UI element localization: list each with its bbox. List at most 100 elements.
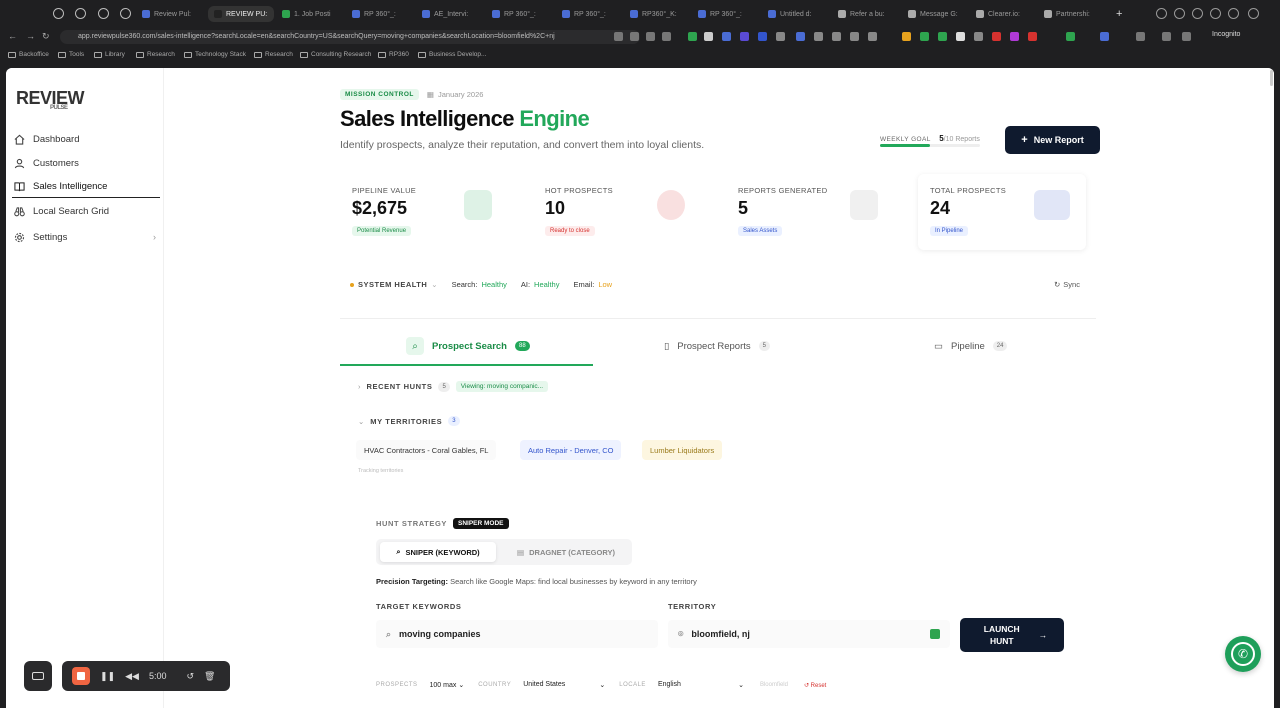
- eye-off-icon[interactable]: [630, 32, 639, 41]
- locale-select[interactable]: English ⌄: [658, 681, 744, 689]
- sidebar-item-dashboard[interactable]: Dashboard: [12, 128, 160, 150]
- trash-icon[interactable]: 🗑: [204, 671, 215, 682]
- dragnet-mode-button[interactable]: ▤ DRAGNET (CATEGORY): [504, 542, 628, 562]
- extension-icon[interactable]: [1228, 8, 1239, 19]
- browser-tab[interactable]: Message G:: [908, 6, 968, 22]
- tab-prospect-reports[interactable]: ▯ Prospect Reports 5: [664, 326, 770, 366]
- extension-icon[interactable]: [1192, 8, 1203, 19]
- extension-icon[interactable]: [850, 32, 859, 41]
- keywords-input[interactable]: ⌕ moving companies: [376, 620, 658, 648]
- extension-icon[interactable]: [920, 32, 929, 41]
- chrome-icon[interactable]: [98, 8, 109, 19]
- tab-pipeline[interactable]: ▭ Pipeline 24: [934, 326, 1008, 366]
- browser-tab[interactable]: Partnershi:: [1044, 6, 1104, 22]
- browser-tab[interactable]: Review Pul:: [142, 6, 202, 22]
- extension-icon[interactable]: [832, 32, 841, 41]
- sync-button[interactable]: ↻ Sync: [1054, 280, 1080, 289]
- bookmark-folder[interactable]: Research: [136, 51, 175, 58]
- bookmark-folder[interactable]: Consulting Research: [300, 51, 371, 58]
- sidebar-item-settings[interactable]: Settings ›: [12, 226, 160, 248]
- territories-toggle[interactable]: ⌄ MY TERRITORIES 3: [358, 416, 460, 426]
- extension-icon[interactable]: [1100, 32, 1109, 41]
- chrome-icon[interactable]: [75, 8, 86, 19]
- phone-call-button[interactable]: ✆: [1225, 636, 1261, 672]
- browser-tab[interactable]: Untitled d:: [768, 6, 828, 22]
- extension-icon[interactable]: [992, 32, 1001, 41]
- browser-tab-active[interactable]: REVIEW PU:: [208, 6, 274, 22]
- profile-icon[interactable]: [1156, 8, 1167, 19]
- extensions-puzzle-icon[interactable]: [1136, 32, 1145, 41]
- tab-prospect-search[interactable]: ⌕ Prospect Search 88: [406, 326, 530, 366]
- extension-icon[interactable]: [1248, 8, 1259, 19]
- search-icon[interactable]: [614, 32, 623, 41]
- back-icon[interactable]: ←: [8, 31, 17, 41]
- territory-chip[interactable]: HVAC Contractors - Coral Gables, FL: [356, 440, 497, 460]
- restart-icon[interactable]: ↺: [186, 671, 194, 682]
- extension-icon[interactable]: [662, 32, 671, 41]
- chrome-icon[interactable]: [53, 8, 64, 19]
- reload-icon[interactable]: ↻: [42, 31, 50, 42]
- bookmark-folder[interactable]: Library: [94, 51, 125, 58]
- prospects-select[interactable]: 100 max ⌄: [430, 681, 465, 689]
- browser-tab[interactable]: RP 360°_:: [562, 6, 622, 22]
- download-icon[interactable]: [1182, 32, 1191, 41]
- reset-button[interactable]: ↺ Reset: [804, 682, 826, 689]
- cast-icon[interactable]: [1162, 32, 1171, 41]
- sidebar-item-sales-intelligence[interactable]: Sales Intelligence: [12, 176, 160, 198]
- extension-icon[interactable]: [776, 32, 785, 41]
- territory-chip[interactable]: Auto Repair - Denver, CO: [520, 440, 622, 460]
- extension-icon[interactable]: [796, 32, 805, 41]
- bookmark-folder[interactable]: Business Develop...: [418, 51, 486, 58]
- extension-icon[interactable]: [1210, 8, 1221, 19]
- rewind-icon[interactable]: ◀◀: [125, 671, 139, 682]
- country-select[interactable]: United States ⌄: [523, 681, 605, 689]
- browser-tab[interactable]: RP360°_K:: [630, 6, 690, 22]
- camera-button[interactable]: [24, 661, 52, 691]
- bookmark-folder[interactable]: RP360: [378, 51, 409, 58]
- chrome-icon[interactable]: [120, 8, 131, 19]
- extension-icon[interactable]: [1174, 8, 1185, 19]
- browser-tab[interactable]: Clearer.io:: [976, 6, 1036, 22]
- bookmark-folder[interactable]: Technology Stack: [184, 51, 246, 58]
- app-logo[interactable]: REVIEW PULSE: [16, 88, 85, 111]
- extension-icon[interactable]: [974, 32, 983, 41]
- extension-icon[interactable]: [688, 32, 697, 41]
- territory-chip[interactable]: Lumber Liquidators: [642, 440, 723, 460]
- stop-recording-button[interactable]: [72, 667, 90, 685]
- extension-icon[interactable]: [902, 32, 911, 41]
- extension-icon[interactable]: [758, 32, 767, 41]
- extension-icon[interactable]: [704, 32, 713, 41]
- extension-icon[interactable]: [814, 32, 823, 41]
- pause-icon[interactable]: ❚❚: [100, 671, 115, 682]
- extension-icon[interactable]: [1066, 32, 1075, 41]
- system-health[interactable]: SYSTEM HEALTH ⌄ Search: Healthy AI: Health…: [350, 280, 612, 289]
- scrollbar[interactable]: [1270, 70, 1273, 86]
- extension-icon[interactable]: [938, 32, 947, 41]
- bookmark-folder[interactable]: Backoffice: [8, 51, 49, 58]
- territory-input[interactable]: ⌾ bloomfield, nj: [668, 620, 950, 648]
- sniper-mode-button[interactable]: ⌕ SNIPER (KEYWORD): [380, 542, 496, 562]
- extension-icon[interactable]: [956, 32, 965, 41]
- extension-icon[interactable]: [1010, 32, 1019, 41]
- new-tab-icon[interactable]: +: [1116, 6, 1122, 22]
- bookmark-folder[interactable]: Research: [254, 51, 293, 58]
- recent-hunts-toggle[interactable]: › RECENT HUNTS 5 Viewing: moving compani…: [358, 381, 549, 392]
- browser-tab[interactable]: Refer a bu:: [838, 6, 898, 22]
- browser-tab[interactable]: RP 360°_:: [492, 6, 552, 22]
- sidebar-item-local-search-grid[interactable]: Local Search Grid: [12, 200, 160, 222]
- browser-tab[interactable]: 1. Job Posti: [282, 6, 342, 22]
- extension-icon[interactable]: [868, 32, 877, 41]
- browser-tab[interactable]: RP 360°_:: [698, 6, 758, 22]
- browser-tab[interactable]: AE_Intervi:: [422, 6, 482, 22]
- address-bar[interactable]: app.reviewpulse360.com/sales-intelligenc…: [60, 30, 640, 44]
- extension-icon[interactable]: [722, 32, 731, 41]
- browser-tab[interactable]: RP 360°_:: [352, 6, 412, 22]
- forward-icon[interactable]: →: [26, 31, 35, 41]
- bookmark-folder[interactable]: Tools: [58, 51, 84, 58]
- star-icon[interactable]: [646, 32, 655, 41]
- extension-icon[interactable]: [740, 32, 749, 41]
- incognito-label[interactable]: Incognito: [1212, 31, 1240, 38]
- new-report-button[interactable]: + New Report: [1005, 126, 1100, 154]
- sidebar-item-customers[interactable]: Customers: [12, 152, 160, 174]
- launch-hunt-button[interactable]: LAUNCH HUNT →: [960, 618, 1064, 652]
